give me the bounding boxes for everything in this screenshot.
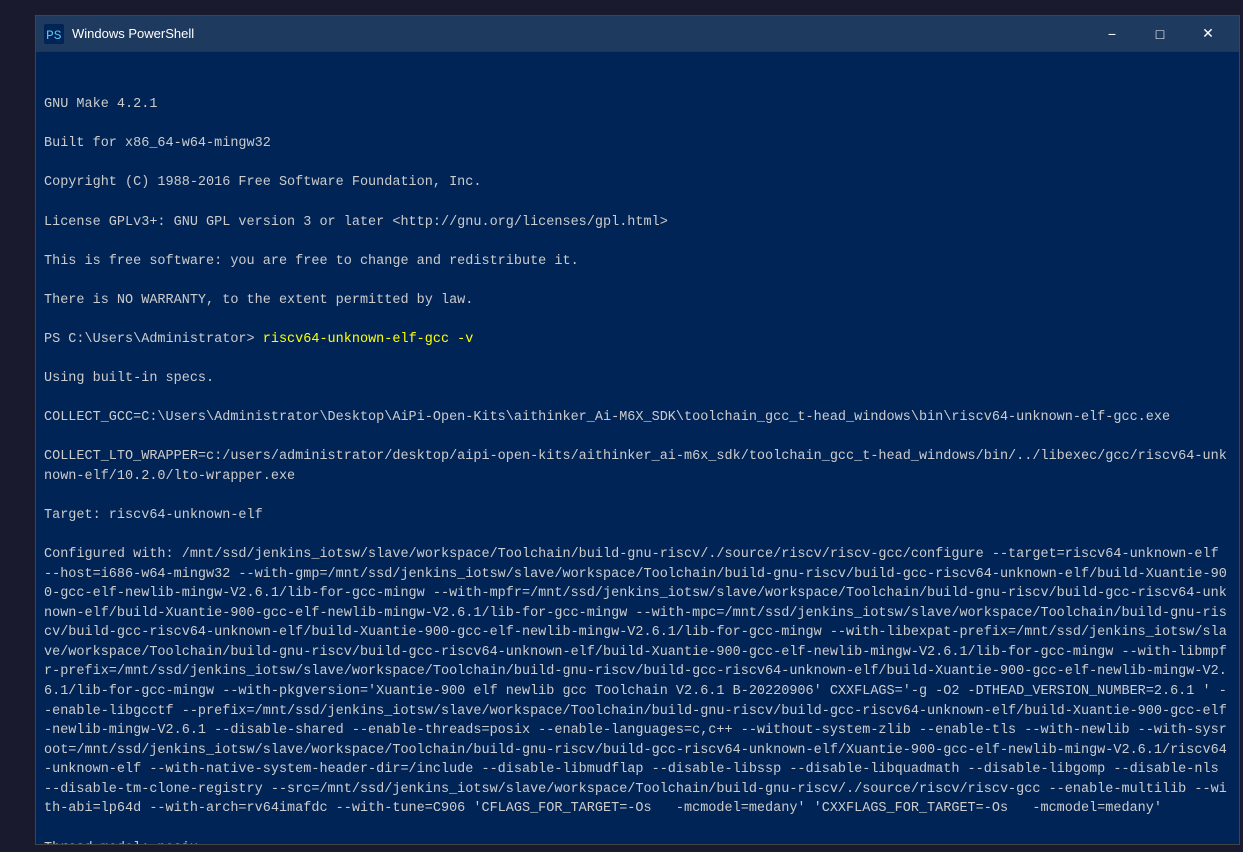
svg-text:PS: PS — [46, 28, 62, 43]
maximize-button[interactable]: □ — [1137, 20, 1183, 48]
terminal-line: There is NO WARRANTY, to the extent perm… — [44, 291, 1231, 311]
titlebar: PS Windows PowerShell − □ ✕ — [36, 16, 1239, 52]
minimize-button[interactable]: − — [1089, 20, 1135, 48]
terminal-line: Copyright (C) 1988-2016 Free Software Fo… — [44, 173, 1231, 193]
terminal-line: GNU Make 4.2.1 — [44, 95, 1231, 115]
terminal-line: This is free software: you are free to c… — [44, 252, 1231, 272]
terminal-line: Configured with: /mnt/ssd/jenkins_iotsw/… — [44, 545, 1231, 819]
close-button[interactable]: ✕ — [1185, 20, 1231, 48]
terminal-line: Built for x86_64-w64-mingw32 — [44, 134, 1231, 154]
terminal-line: Target: riscv64-unknown-elf — [44, 506, 1231, 526]
powershell-icon: PS — [44, 24, 64, 44]
powershell-window: PS Windows PowerShell − □ ✕ GNU Make 4.2… — [35, 15, 1240, 845]
terminal-line: COLLECT_GCC=C:\Users\Administrator\Deskt… — [44, 408, 1231, 428]
terminal-line: License GPLv3+: GNU GPL version 3 or lat… — [44, 213, 1231, 233]
terminal-output[interactable]: GNU Make 4.2.1 Built for x86_64-w64-ming… — [36, 52, 1239, 844]
terminal-line: Thread model: posix — [44, 839, 1231, 845]
terminal-line: COLLECT_LTO_WRAPPER=c:/users/administrat… — [44, 447, 1231, 486]
terminal-line: PS C:\Users\Administrator> riscv64-unkno… — [44, 330, 1231, 350]
titlebar-buttons: − □ ✕ — [1089, 20, 1231, 48]
terminal-line: Using built-in specs. — [44, 369, 1231, 389]
window-title: Windows PowerShell — [72, 26, 1089, 41]
